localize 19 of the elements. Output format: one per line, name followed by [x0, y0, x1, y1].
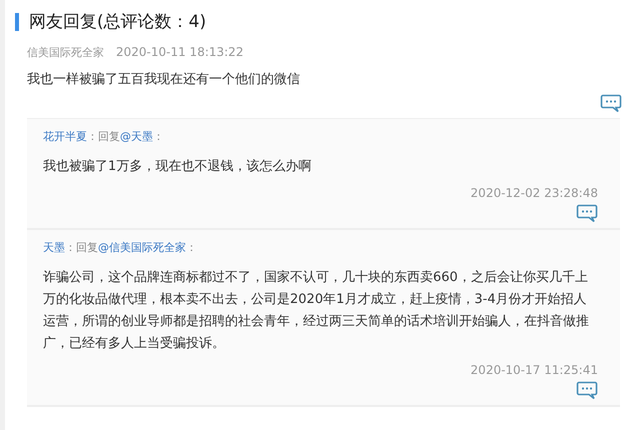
comment-time: 2020-10-11 18:13:22: [116, 45, 244, 60]
reply-author-link[interactable]: 天墨: [43, 241, 65, 254]
reply-author-link[interactable]: 花开半夏: [43, 130, 87, 143]
reply-time: 2020-12-02 23:28:48: [470, 186, 598, 200]
colon-text: ：: [153, 130, 164, 143]
comment-icon[interactable]: [576, 204, 598, 224]
section-title: 网友回复(总评论数：4): [29, 11, 206, 33]
comment-text: 我也一样被骗了五百我现在还有一个他们的微信: [26, 71, 301, 88]
reply-target-link[interactable]: @天墨: [120, 130, 153, 143]
reply-label: ：回复: [87, 130, 120, 143]
comment-icon[interactable]: [576, 381, 598, 401]
colon-text: ：: [186, 241, 197, 254]
reply-text: 我也被骗了1万多，现在也不退钱，该怎么办啊: [43, 158, 312, 176]
comment-icon[interactable]: [600, 94, 622, 114]
comment-author: 信美国际死全家: [27, 45, 104, 60]
reply-target-link[interactable]: @信美国际死全家: [98, 241, 186, 254]
reply-time: 2020-10-17 11:25:41: [470, 363, 598, 377]
reply-text: 诈骗公司，这个品牌连商标都过不了，国家不认可，几十块的东西卖660，之后会让你买几千上万的化妆品做代理，根本卖不出去，公司是2020年1月才成立，赶上疫情，3-4月份才开始招人运营，所谓的创业导师都是招聘的社会青年，经过两三天简单的话术培训开始骗人，在抖音做推广，已经有多人上当受骗投诉。: [43, 269, 590, 353]
reply-label: ：回复: [65, 241, 98, 254]
